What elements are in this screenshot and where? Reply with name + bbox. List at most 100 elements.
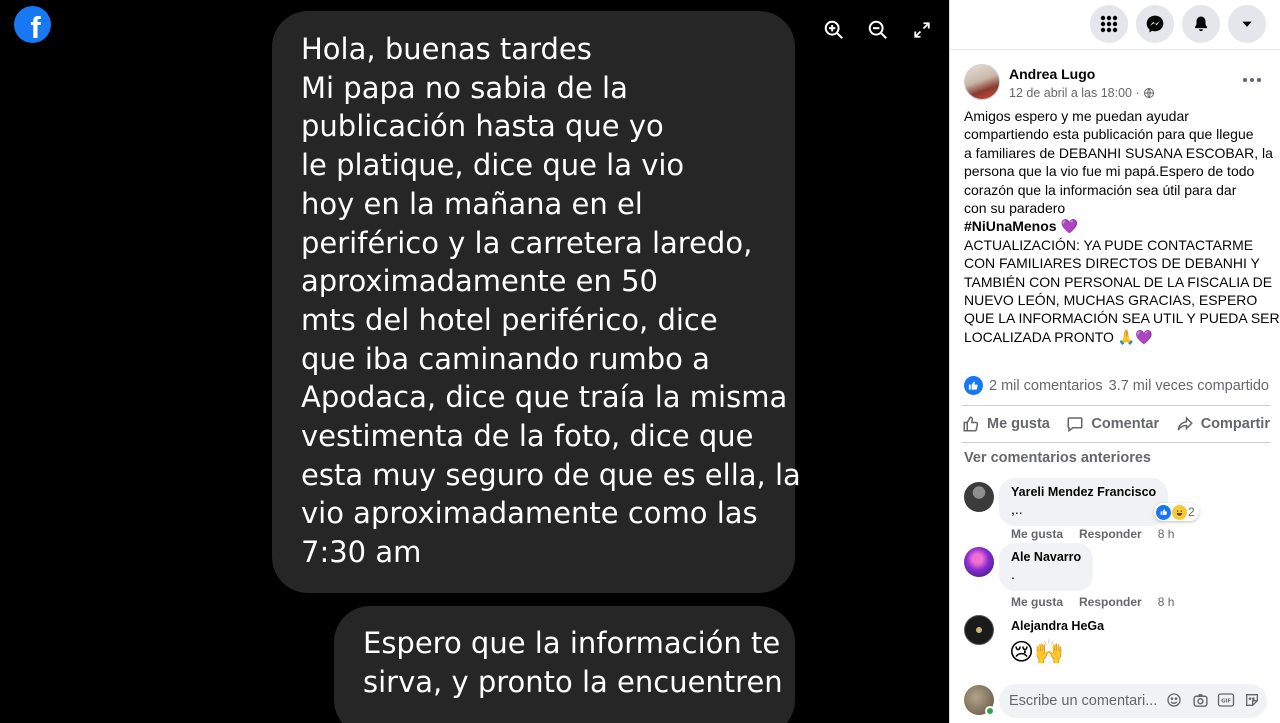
comment-2-actions: Me gusta Responder 8 h xyxy=(1011,595,1190,609)
heart-emoji: 💜 xyxy=(1060,218,1078,235)
share-button-label: Compartir xyxy=(1200,416,1270,432)
commenter-name[interactable]: Ale Navarro xyxy=(1011,550,1081,564)
post-sidebar: Andrea Lugo 12 de abril a las 18:00 · Am… xyxy=(949,0,1280,723)
post-update-line: TAMBIÉN CON PERSONAL DE LA FISCALIA DE xyxy=(964,273,1273,290)
comment-emojis: 😢🙌 xyxy=(1009,639,1064,666)
comment-reply-link[interactable]: Responder xyxy=(1079,527,1142,541)
globe-icon xyxy=(1143,88,1154,98)
photo-viewer: f Hola, buenas tardes Mi papa no sabia de… xyxy=(0,0,949,723)
like-button-label: Me gusta xyxy=(987,416,1050,432)
expand-icon[interactable] xyxy=(904,12,940,48)
commenter-name[interactable]: Yareli Mendez Francisco xyxy=(1011,485,1156,499)
message-line: Espero que la información te xyxy=(363,626,781,660)
svg-text:GIF: GIF xyxy=(1221,699,1231,705)
comment-reaction-count: 2 xyxy=(1188,505,1195,519)
comment-bubble: Yareli Mendez Francisco ,.. xyxy=(999,478,1169,526)
message-line: hoy en la mañana en el xyxy=(301,186,643,221)
hashtag-link[interactable]: #NiUnaMenos xyxy=(964,218,1057,234)
comment-like-link[interactable]: Me gusta xyxy=(1011,595,1063,609)
like-reaction-icon[interactable] xyxy=(964,376,983,395)
messenger-icon[interactable] xyxy=(1136,5,1174,43)
message-line: mts del hotel periférico, dice xyxy=(301,302,718,337)
post-update-line: QUE LA INFORMACIÓN SEA UTIL Y PUEDA SER xyxy=(964,310,1280,327)
message-line: sirva, y pronto la encuentren xyxy=(363,664,783,699)
share-button[interactable]: Compartir xyxy=(1176,415,1270,433)
message-line: vio aproximadamente como las xyxy=(301,496,758,531)
comment-time[interactable]: 8 h xyxy=(1158,595,1175,609)
message-line: aproximadamente en 50 xyxy=(301,264,658,299)
shares-count[interactable]: 3.7 mil veces compartido xyxy=(1109,378,1269,394)
sticker-icon[interactable] xyxy=(1243,691,1261,709)
post-meta: 12 de abril a las 18:00 · xyxy=(1009,86,1155,100)
post-update-line: NUEVO LEÓN, MUCHAS GRACIAS, ESPERO xyxy=(964,292,1258,309)
post-update-line: CON FAMILIARES DIRECTOS DE DEBANHI Y xyxy=(964,255,1260,272)
post-text-line: corazón que la información sea útil para… xyxy=(964,181,1237,198)
camera-icon[interactable] xyxy=(1191,691,1209,709)
post-text-line: a familiares de DEBANHI SUSANA ESCOBAR, … xyxy=(964,144,1273,161)
post-text-line: Amigos espero y me puedan ayudar xyxy=(964,108,1189,124)
post-text-line: compartiendo esta publicación para que l… xyxy=(964,126,1254,143)
share-icon xyxy=(1177,416,1193,431)
post-text-line: persona que la vio fue mi papá.Espero de… xyxy=(964,163,1255,180)
message-line: periférico y la carretera laredo, xyxy=(301,225,753,260)
comment-time[interactable]: 8 h xyxy=(1158,527,1175,541)
write-comment-row: GIF xyxy=(964,684,1269,719)
notifications-bell-icon[interactable] xyxy=(1182,5,1220,43)
message-line: que iba caminando rumbo a xyxy=(301,341,710,376)
commenter-name[interactable]: Alejandra HeGa xyxy=(1011,619,1104,633)
comment-reply-link[interactable]: Responder xyxy=(1079,595,1142,609)
author-avatar[interactable] xyxy=(964,64,1000,100)
comment-like-link[interactable]: Me gusta xyxy=(1011,527,1063,541)
author-name[interactable]: Andrea Lugo xyxy=(1009,66,1095,82)
comment-button[interactable]: Comentar xyxy=(1066,415,1159,433)
like-reaction-icon xyxy=(1156,504,1171,520)
message-line: le platique, dice que la vio xyxy=(301,148,685,183)
message-line: Apodaca, dice que traía la misma xyxy=(301,380,788,415)
message-line: esta muy seguro de que es ella, la xyxy=(301,457,801,492)
emoji-icon[interactable] xyxy=(1165,691,1183,709)
message-line: publicación hasta que yo xyxy=(301,109,664,144)
message-bubble-1: Hola, buenas tardes Mi papa no sabia de l… xyxy=(272,11,801,593)
post-options-icon[interactable] xyxy=(1239,70,1265,90)
commenter-avatar[interactable] xyxy=(964,615,994,645)
top-bar xyxy=(950,0,1280,50)
comment-input[interactable] xyxy=(1009,690,1159,712)
post-update-last-line: LOCALIZADA PRONTO xyxy=(964,328,1114,345)
post-body: Amigos espero y me puedan ayudar comparti… xyxy=(964,107,1280,346)
message-bubble-2: Espero que la información te sirva, y pro… xyxy=(334,606,795,723)
view-previous-comments-link[interactable]: Ver comentarios anteriores xyxy=(964,450,1151,466)
online-status-dot xyxy=(985,706,995,716)
prayer-heart-emoji: 🙏💜 xyxy=(1117,328,1153,345)
comment-1-actions: Me gusta Responder 8 h xyxy=(1011,527,1190,541)
message-line: Mi papa no sabia de la xyxy=(301,70,628,105)
account-caret-icon[interactable] xyxy=(1228,5,1266,43)
post-timestamp[interactable]: 12 de abril a las 18:00 · xyxy=(1009,86,1140,100)
comment-icon xyxy=(1067,417,1083,433)
gif-icon[interactable]: GIF xyxy=(1217,691,1235,709)
commenter-avatar[interactable] xyxy=(964,482,994,512)
post-stats: 2 mil comentarios 3.7 mil veces comparti… xyxy=(964,376,1269,395)
post-actions: Me gusta Comentar Compartir xyxy=(962,405,1270,443)
viewer-toolbar xyxy=(816,12,940,48)
message-line: Hola, buenas tardes xyxy=(301,32,592,66)
menu-grid-icon[interactable] xyxy=(1090,5,1128,43)
post-header: Andrea Lugo 12 de abril a las 18:00 · xyxy=(964,64,1269,104)
commenter-avatar[interactable] xyxy=(964,547,994,577)
zoom-out-icon[interactable] xyxy=(860,12,896,48)
like-button[interactable]: Me gusta xyxy=(962,415,1050,433)
post-update-line: ACTUALIZACIÓN: YA PUDE CONTACTARME xyxy=(964,236,1254,253)
comment-reactions[interactable]: 2 xyxy=(1154,503,1199,521)
comment-text: ,.. xyxy=(1011,501,1023,517)
zoom-in-icon[interactable] xyxy=(816,12,852,48)
write-comment-box: GIF xyxy=(999,684,1267,718)
facebook-logo-icon[interactable]: f xyxy=(14,6,51,43)
message-line: vestimenta de la foto, dice que xyxy=(301,419,754,454)
thumbs-up-icon xyxy=(963,416,979,432)
comment-button-label: Comentar xyxy=(1091,416,1160,432)
comments-count[interactable]: 2 mil comentarios xyxy=(989,378,1103,394)
haha-reaction-icon xyxy=(1172,504,1187,520)
comment-bubble: Ale Navarro . xyxy=(999,543,1094,591)
facebook-logo-letter: f xyxy=(30,10,41,43)
post-text-line: con su paradero xyxy=(964,200,1066,217)
message-line: 7:30 am xyxy=(301,535,422,570)
